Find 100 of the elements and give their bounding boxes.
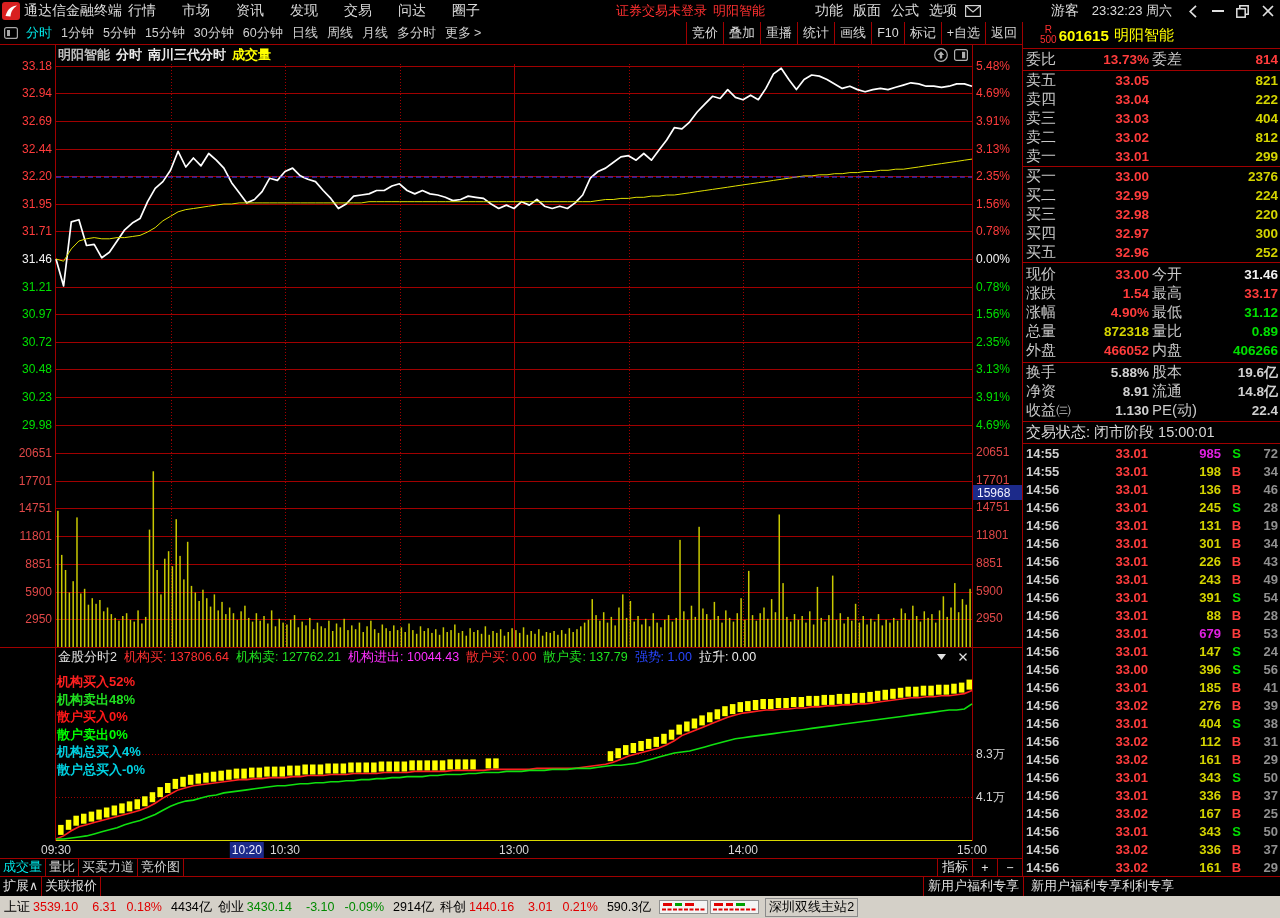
- index-name: 创业: [217, 898, 244, 916]
- menu-item[interactable]: 问达: [398, 2, 426, 20]
- menu-item[interactable]: 市场: [182, 2, 210, 20]
- period-tab[interactable]: 30分钟: [192, 23, 235, 43]
- menu-item[interactable]: 版面: [852, 2, 881, 20]
- toolbar-button[interactable]: F10: [871, 22, 904, 44]
- toolbar-button[interactable]: 竞价: [686, 22, 724, 44]
- menu-item[interactable]: 资讯: [236, 2, 264, 20]
- trade-count: 19: [1262, 517, 1278, 533]
- order-label: 买四: [1026, 224, 1057, 243]
- period-tab[interactable]: 多分时: [395, 23, 437, 43]
- toolbar-button[interactable]: 标记: [903, 22, 941, 44]
- trade-count: 37: [1262, 841, 1278, 857]
- period-tab[interactable]: 月线: [360, 23, 389, 43]
- period-tab[interactable]: 周线: [325, 23, 354, 43]
- trade-time: 14:56: [1026, 661, 1061, 677]
- user-name[interactable]: 游客: [1050, 2, 1079, 20]
- indicator-button[interactable]: −: [997, 859, 1022, 876]
- menu-item[interactable]: 发现: [290, 2, 318, 20]
- toolbar-button[interactable]: 统计: [797, 22, 835, 44]
- indicator-button[interactable]: +: [972, 859, 997, 876]
- trade-side: B: [1230, 679, 1243, 695]
- menu-item[interactable]: 功能: [814, 2, 843, 20]
- panel-toggle-icon[interactable]: [954, 47, 968, 62]
- trade-price: 33.01: [1114, 607, 1148, 623]
- menu-item[interactable]: 圈子: [452, 2, 480, 20]
- trade-side: S: [1231, 589, 1242, 605]
- trade-side: B: [1230, 733, 1243, 749]
- trade-price: 33.01: [1114, 517, 1148, 533]
- period-tab[interactable]: 分时: [25, 23, 53, 43]
- restore-icon: [1236, 4, 1249, 18]
- trade-side: S: [1231, 715, 1242, 731]
- time-axis-label: 13:00: [499, 843, 529, 857]
- volume-axis-label: 2950: [976, 611, 1003, 625]
- percent-axis-label: 1.56%: [976, 197, 1011, 211]
- quote-value: 5.88%: [1109, 365, 1149, 380]
- trade-time: 14:56: [1026, 481, 1061, 497]
- toolbar-button[interactable]: 返回: [985, 22, 1022, 44]
- trade-price: 33.01: [1114, 823, 1148, 839]
- quote-value: 1.54: [1121, 286, 1149, 301]
- toolbar-button[interactable]: 叠加: [723, 22, 761, 44]
- trade-price: 33.01: [1114, 769, 1148, 785]
- trade-volume: 198: [1198, 463, 1221, 479]
- close-icon[interactable]: [959, 653, 967, 661]
- quote-label: 外盘: [1026, 341, 1057, 360]
- up-arrow-circle-icon[interactable]: [934, 47, 948, 62]
- indicator-reading: 散户买: 0.00: [466, 648, 537, 666]
- panel-toggle-icon[interactable]: [4, 27, 18, 39]
- price-axis-label: 30.72: [21, 335, 52, 349]
- promo-text[interactable]: 新用户福利专享利利专享: [1031, 878, 1174, 895]
- index-value: 3430.14: [246, 900, 292, 914]
- chevron-left-icon: [1188, 4, 1197, 18]
- chart-tab[interactable]: 量比: [46, 859, 79, 876]
- period-tab[interactable]: 60分钟: [241, 23, 284, 43]
- order-volume: 404: [1254, 111, 1278, 126]
- price-axis-label: 29.98: [21, 418, 52, 432]
- trade-time: 14:56: [1026, 733, 1061, 749]
- quote-label: 流通: [1151, 382, 1183, 401]
- more-button[interactable]: 更多 >: [444, 24, 482, 42]
- cursor-time-label: 10:20: [229, 842, 264, 858]
- trade-time: 14:56: [1026, 841, 1061, 857]
- chart-tab[interactable]: 成交量: [0, 859, 46, 876]
- indicator-button[interactable]: 指标: [937, 859, 972, 876]
- order-volume: 2376: [1246, 169, 1278, 184]
- index-percent: -0.09%: [344, 900, 385, 914]
- quote-value: 814: [1254, 52, 1278, 67]
- order-price: 32.97: [1114, 226, 1149, 241]
- period-tab[interactable]: 日线: [290, 23, 319, 43]
- signal-blocks-icon: [659, 900, 760, 914]
- time-axis-label: 15:00: [957, 843, 987, 857]
- toolbar-button[interactable]: +自选: [940, 22, 985, 44]
- caret-down-icon[interactable]: [937, 654, 946, 660]
- period-tab[interactable]: 15分钟: [143, 23, 186, 43]
- indicator-reading: 散户卖: 137.79: [543, 648, 628, 666]
- volume-axis-label: 17701: [976, 473, 1010, 487]
- menu-item[interactable]: 交易: [344, 2, 372, 20]
- order-volume: 300: [1254, 226, 1278, 241]
- legend-label: 机构买入52%: [57, 674, 136, 689]
- toolbar-button[interactable]: 画线: [834, 22, 872, 44]
- period-tab[interactable]: 5分钟: [101, 23, 137, 43]
- mail-icon[interactable]: [964, 5, 981, 17]
- menu-item[interactable]: 行情: [128, 2, 156, 20]
- percent-axis-label: 4.69%: [976, 418, 1011, 432]
- price-axis-label: 32.94: [21, 86, 52, 100]
- chart-tab[interactable]: 竞价图: [138, 859, 184, 876]
- trade-count: 31: [1262, 733, 1278, 749]
- trade-count: 50: [1262, 769, 1278, 785]
- order-label: 卖四: [1026, 90, 1057, 109]
- trade-volume: 226: [1198, 553, 1221, 569]
- app-logo-icon: [2, 2, 20, 20]
- menu-item[interactable]: 选项: [928, 2, 957, 20]
- trade-time: 14:56: [1026, 589, 1061, 605]
- chart-header-label: 分时: [116, 47, 142, 62]
- period-tab[interactable]: 1分钟: [60, 23, 95, 43]
- order-label: 买二: [1026, 186, 1057, 205]
- order-price: 32.99: [1114, 188, 1149, 203]
- trade-price: 33.01: [1114, 571, 1148, 587]
- toolbar-button[interactable]: 重播: [760, 22, 798, 44]
- menu-item[interactable]: 公式: [890, 2, 919, 20]
- chart-tab[interactable]: 买卖力道: [79, 859, 138, 876]
